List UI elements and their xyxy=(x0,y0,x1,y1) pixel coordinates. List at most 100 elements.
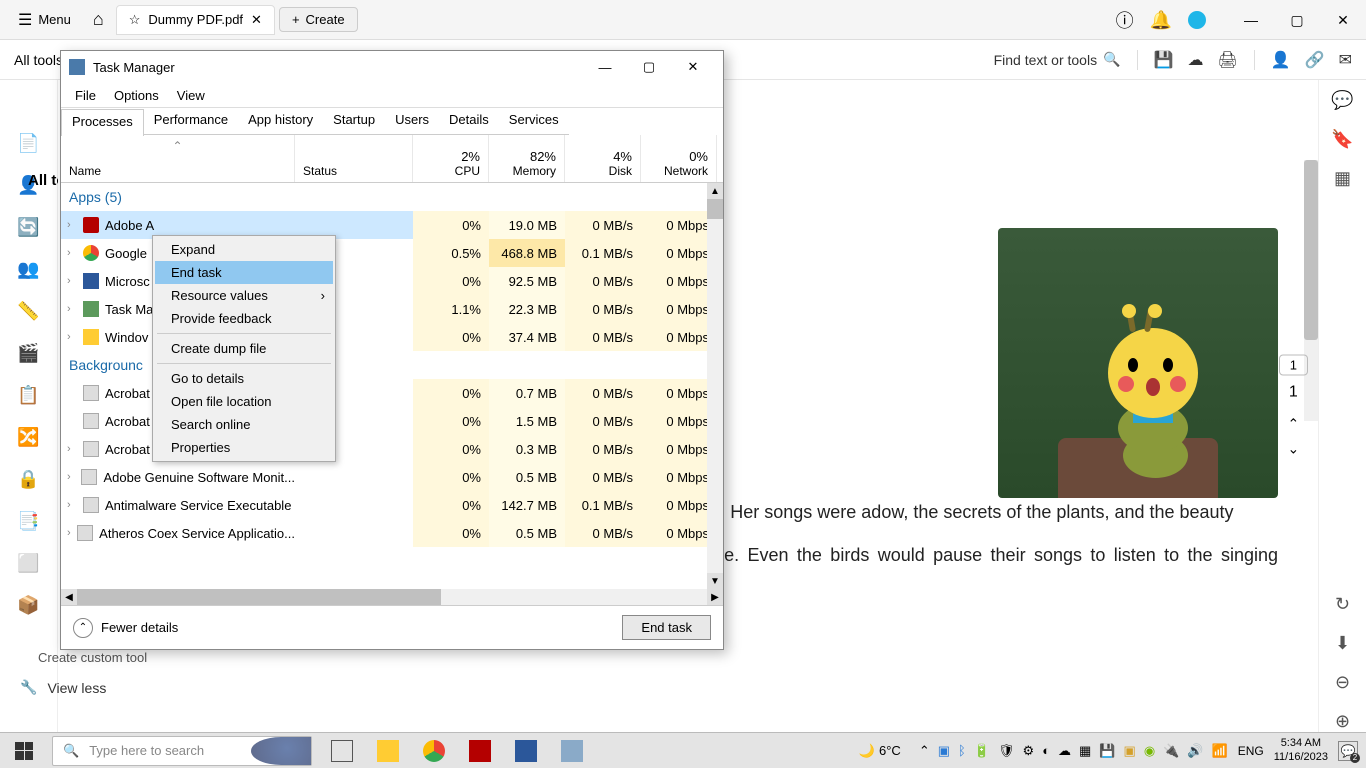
sidebar-icon-7[interactable]: 📋 xyxy=(16,382,42,408)
tab-close-button[interactable]: ✕ xyxy=(251,12,262,28)
sidebar-icon-1[interactable]: 📄 xyxy=(16,130,42,156)
view-less-button[interactable]: 🔧 View less xyxy=(20,679,106,696)
sidebar-icon-11[interactable]: ⬜ xyxy=(16,550,42,576)
weather-widget[interactable]: 🌙6°C xyxy=(859,743,901,759)
hscroll-thumb[interactable] xyxy=(77,589,441,605)
context-menu-item[interactable]: Resource values› xyxy=(155,284,333,307)
download-icon[interactable]: ⬇ xyxy=(1335,633,1350,654)
mail-icon[interactable]: ✉ xyxy=(1339,50,1352,70)
page-current[interactable]: 1 xyxy=(1279,355,1308,376)
save-icon[interactable]: 💾 xyxy=(1154,50,1174,70)
page-down[interactable]: ⌄ xyxy=(1288,441,1300,458)
tm-close[interactable]: ✕ xyxy=(671,51,715,83)
tray-nvidia[interactable]: ◉ xyxy=(1144,743,1155,759)
menu-button[interactable]: ☰Menu xyxy=(8,6,81,34)
col-cpu[interactable]: 2%CPU xyxy=(413,135,489,182)
taskview-icon[interactable] xyxy=(320,733,364,768)
expand-arrow-icon[interactable]: › xyxy=(67,527,71,539)
fewer-details-button[interactable]: ⌃ Fewer details xyxy=(73,618,178,638)
tray-icon-2[interactable]: 🔋 xyxy=(974,743,990,759)
sidebar-icon-5[interactable]: 📏 xyxy=(16,298,42,324)
refresh-icon[interactable]: ↻ xyxy=(1335,594,1350,615)
thumbnails-icon[interactable]: ▦ xyxy=(1334,168,1351,189)
chrome-taskbar-icon[interactable] xyxy=(412,733,456,768)
menu-file[interactable]: File xyxy=(67,86,104,105)
search-box[interactable]: 🔍 Type here to search xyxy=(52,736,312,766)
tab-details[interactable]: Details xyxy=(439,108,499,135)
process-row[interactable]: › Atheros Coex Service Applicatio... 0% … xyxy=(61,519,723,547)
notification-center[interactable]: 💬2 xyxy=(1338,741,1358,761)
tray-power[interactable]: 🔌 xyxy=(1163,743,1179,759)
maximize-button[interactable]: ▢ xyxy=(1274,0,1320,40)
expand-arrow-icon[interactable]: › xyxy=(67,331,77,343)
context-menu-item[interactable]: Provide feedback xyxy=(155,307,333,330)
comment-icon[interactable]: 💬 xyxy=(1331,90,1353,111)
taskmanager-taskbar-icon[interactable] xyxy=(550,733,594,768)
tray-onedrive[interactable]: ☁ xyxy=(1058,743,1071,759)
expand-arrow-icon[interactable]: › xyxy=(67,499,77,511)
bell-icon[interactable]: 🔔 xyxy=(1150,10,1172,31)
zoom-out-icon[interactable]: ⊖ xyxy=(1335,672,1350,693)
tray-volume[interactable]: 🔊 xyxy=(1187,743,1203,759)
tab-startup[interactable]: Startup xyxy=(323,108,385,135)
tab-users[interactable]: Users xyxy=(385,108,439,135)
col-network[interactable]: 0%Network xyxy=(641,135,717,182)
sidebar-icon-4[interactable]: 👥 xyxy=(16,256,42,282)
tray-icon-6[interactable]: ▦ xyxy=(1079,743,1091,759)
context-menu-item[interactable]: End task xyxy=(155,261,333,284)
start-button[interactable] xyxy=(0,733,48,768)
sidebar-icon-6[interactable]: 🎬 xyxy=(16,340,42,366)
explorer-icon[interactable] xyxy=(366,733,410,768)
tab-services[interactable]: Services xyxy=(499,108,569,135)
context-menu-item[interactable]: Properties xyxy=(155,436,333,459)
expand-arrow-icon[interactable]: › xyxy=(67,275,77,287)
tray-icon-4[interactable]: ⚙ xyxy=(1023,743,1035,759)
tray-icon-3[interactable]: 🛡 xyxy=(998,743,1015,759)
tm-vertical-scrollbar[interactable]: ▲ ▼ xyxy=(707,183,723,589)
tab-processes[interactable]: Processes xyxy=(61,109,144,136)
tab-app-history[interactable]: App history xyxy=(238,108,323,135)
context-menu-item[interactable]: Create dump file xyxy=(155,337,333,360)
close-button[interactable]: ✕ xyxy=(1320,0,1366,40)
end-task-button[interactable]: End task xyxy=(622,615,711,640)
context-menu-item[interactable]: Go to details xyxy=(155,367,333,390)
hscroll-right[interactable]: ▶ xyxy=(707,589,723,605)
col-status[interactable]: Status xyxy=(295,135,413,182)
all-tools-label[interactable]: All tools xyxy=(14,52,63,68)
context-menu-item[interactable]: Open file location xyxy=(155,390,333,413)
expand-arrow-icon[interactable]: › xyxy=(67,303,77,315)
tray-icon-1[interactable]: ▣ xyxy=(938,743,950,759)
minimize-button[interactable]: — xyxy=(1228,0,1274,40)
expand-arrow-icon[interactable]: › xyxy=(67,471,75,483)
col-name[interactable]: ⌃Name xyxy=(61,135,295,182)
task-manager-titlebar[interactable]: Task Manager — ▢ ✕ xyxy=(61,51,723,83)
page-up[interactable]: ⌃ xyxy=(1288,416,1300,433)
process-row[interactable]: › Adobe Genuine Software Monit... 0% 0.5… xyxy=(61,463,723,491)
tray-language[interactable]: ENG xyxy=(1238,744,1264,758)
tray-icon-7[interactable]: 💾 xyxy=(1099,743,1115,759)
tray-clock[interactable]: 5:34 AM 11/16/2023 xyxy=(1274,737,1328,763)
context-menu-item[interactable]: Search online xyxy=(155,413,333,436)
menu-view[interactable]: View xyxy=(169,86,213,105)
bookmark-icon[interactable]: 🔖 xyxy=(1331,129,1353,150)
tray-chevron[interactable]: ⌃ xyxy=(919,743,930,759)
create-button[interactable]: +Create xyxy=(279,7,358,32)
process-row[interactable]: › Antimalware Service Executable 0% 142.… xyxy=(61,491,723,519)
hscroll-left[interactable]: ◀ xyxy=(61,589,77,605)
home-button[interactable]: ⌂ xyxy=(85,5,112,34)
col-disk[interactable]: 4%Disk xyxy=(565,135,641,182)
sidebar-icon-3[interactable]: 🔄 xyxy=(16,214,42,240)
scroll-down-arrow[interactable]: ▼ xyxy=(707,573,723,589)
sidebar-icon-12[interactable]: 📦 xyxy=(16,592,42,618)
help-icon[interactable]: ⓘ xyxy=(1116,7,1134,33)
avatar[interactable] xyxy=(1188,11,1206,29)
share-icon[interactable]: 👤 xyxy=(1271,50,1291,70)
tray-wifi[interactable]: 📶 xyxy=(1212,743,1228,759)
zoom-in-icon[interactable]: ⊕ xyxy=(1335,711,1350,732)
sidebar-icon-9[interactable]: 🔒 xyxy=(16,466,42,492)
create-custom-tool[interactable]: Create custom tool xyxy=(38,650,147,665)
document-tab[interactable]: ☆ Dummy PDF.pdf ✕ xyxy=(116,5,275,35)
find-text[interactable]: Find text or tools🔍 xyxy=(994,51,1121,68)
expand-arrow-icon[interactable]: › xyxy=(67,247,77,259)
sidebar-icon-10[interactable]: 📑 xyxy=(16,508,42,534)
